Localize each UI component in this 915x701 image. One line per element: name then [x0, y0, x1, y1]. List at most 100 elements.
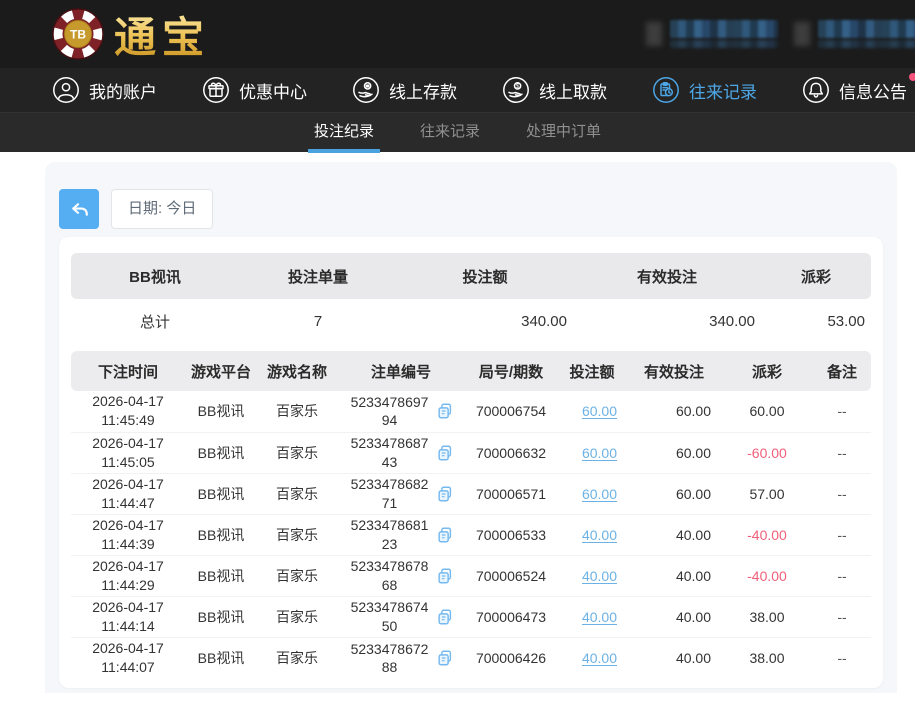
summary-header-row: BB视讯 投注单量 投注额 有效投注 派彩 [71, 253, 871, 299]
date-filter[interactable]: 日期: 今日 [111, 189, 213, 229]
platform-cell: BB视讯 [185, 432, 257, 473]
game-name-cell: 百家乐 [257, 473, 337, 514]
poker-chip-icon: TB [52, 8, 104, 60]
round-no-cell: 700006473 [465, 596, 557, 637]
svg-text:TB: TB [70, 28, 86, 42]
copy-button[interactable] [436, 608, 454, 626]
header-payout: 派彩 [721, 351, 813, 391]
nav-item-my-account[interactable]: 我的账户 [52, 76, 157, 104]
bet-no-cell: 523347867450 [337, 596, 465, 637]
header-valid-bet: 有效投注 [627, 351, 721, 391]
bet-time: 11:44:29 [71, 576, 185, 595]
nav-item-deposit[interactable]: 线上存款 [352, 76, 457, 104]
bet-no-cell: 523347867288 [337, 637, 465, 678]
summary-payout: 53.00 [761, 299, 871, 343]
remark-cell: -- [813, 473, 871, 514]
copy-icon [436, 444, 454, 462]
bet-date: 2026-04-17 [71, 434, 185, 453]
platform-cell: BB视讯 [185, 473, 257, 514]
bet-time-cell: 2026-04-17 11:44:47 [71, 473, 185, 514]
summary-header-valid-bet: 有效投注 [573, 253, 761, 299]
bet-time-cell: 2026-04-17 11:44:39 [71, 514, 185, 555]
copy-icon [436, 649, 454, 667]
header-bet-no: 注单编号 [337, 351, 465, 391]
sub-nav: 投注纪录 往来记录 处理中订单 [0, 112, 915, 152]
bet-time-cell: 2026-04-17 11:44:14 [71, 596, 185, 637]
table-row: 2026-04-17 11:44:14 BB视讯 百家乐 52334786745… [71, 596, 871, 637]
withdraw-icon: $ [502, 76, 530, 104]
nav-item-transaction-records[interactable]: 往来记录 [652, 76, 757, 104]
bet-time-cell: 2026-04-17 11:45:05 [71, 432, 185, 473]
summary-valid-bet: 340.00 [573, 299, 761, 343]
bet-amount-link[interactable]: 40.00 [582, 568, 617, 584]
summary-table: BB视讯 投注单量 投注额 有效投注 派彩 总计 7 340.00 340.00… [71, 253, 871, 343]
bet-amount-link[interactable]: 40.00 [582, 527, 617, 543]
valid-bet-cell: 40.00 [627, 514, 721, 555]
table-row: 2026-04-17 11:44:39 BB视讯 百家乐 52334786812… [71, 514, 871, 555]
bet-no: 523347867868 [349, 557, 431, 593]
copy-button[interactable] [436, 649, 454, 667]
tab-pending-orders[interactable]: 处理中订单 [520, 113, 607, 153]
copy-button[interactable] [436, 444, 454, 462]
bet-time: 11:44:07 [71, 658, 185, 677]
deposit-icon [352, 76, 380, 104]
platform-cell: BB视讯 [185, 514, 257, 555]
header-round-no: 局号/期数 [465, 351, 557, 391]
bet-amount-link[interactable]: 60.00 [582, 486, 617, 502]
copy-button[interactable] [436, 567, 454, 585]
copy-button[interactable] [436, 402, 454, 420]
tab-transaction-records[interactable]: 往来记录 [414, 113, 486, 153]
brand-logo[interactable]: TB 通宝 [52, 4, 210, 65]
bets-header-row: 下注时间 游戏平台 游戏名称 注单编号 局号/期数 投注额 有效投注 派彩 备注 [71, 351, 871, 391]
back-button[interactable] [59, 189, 99, 229]
copy-button[interactable] [436, 485, 454, 503]
valid-bet-cell: 40.00 [627, 637, 721, 678]
summary-bet-amount: 340.00 [397, 299, 573, 343]
copy-icon [436, 567, 454, 585]
table-row: 2026-04-17 11:44:29 BB视讯 百家乐 52334786786… [71, 555, 871, 596]
tab-bet-records[interactable]: 投注纪录 [308, 113, 380, 153]
bet-amount-cell: 60.00 [557, 432, 627, 473]
table-row: 2026-04-17 11:44:47 BB视讯 百家乐 52334786827… [71, 473, 871, 514]
bet-amount-link[interactable]: 40.00 [582, 609, 617, 625]
bet-no: 523347868123 [349, 516, 431, 552]
remark-cell: -- [813, 391, 871, 432]
bet-amount-cell: 40.00 [557, 555, 627, 596]
copy-icon [436, 526, 454, 544]
bet-amount-cell: 60.00 [557, 391, 627, 432]
bets-table: 下注时间 游戏平台 游戏名称 注单编号 局号/期数 投注额 有效投注 派彩 备注… [71, 351, 871, 678]
remark-cell: -- [813, 555, 871, 596]
svg-text:$: $ [516, 83, 520, 90]
bet-date: 2026-04-17 [71, 639, 185, 658]
bet-no-cell: 523347867868 [337, 555, 465, 596]
valid-bet-cell: 60.00 [627, 473, 721, 514]
round-no-cell: 700006524 [465, 555, 557, 596]
back-arrow-icon [68, 198, 91, 221]
bet-date: 2026-04-17 [71, 475, 185, 494]
nav-item-announcements[interactable]: 信息公告 [802, 76, 907, 104]
bet-time: 11:44:47 [71, 494, 185, 513]
bet-amount-link[interactable]: 60.00 [582, 445, 617, 461]
brand-name: 通宝 [114, 4, 210, 65]
gift-icon [202, 76, 230, 104]
bet-date: 2026-04-17 [71, 557, 185, 576]
nav-item-promotions[interactable]: 优惠中心 [202, 76, 307, 104]
bet-amount-link[interactable]: 40.00 [582, 650, 617, 666]
bets-table-body: 2026-04-17 11:45:49 BB视讯 百家乐 52334786979… [71, 391, 871, 678]
bet-date: 2026-04-17 [71, 516, 185, 535]
bet-time-cell: 2026-04-17 11:45:49 [71, 391, 185, 432]
bet-amount-cell: 60.00 [557, 473, 627, 514]
platform-cell: BB视讯 [185, 391, 257, 432]
bet-no: 523347867288 [349, 640, 431, 676]
round-no-cell: 700006754 [465, 391, 557, 432]
valid-bet-cell: 60.00 [627, 432, 721, 473]
content-panel: 日期: 今日 BB视讯 投注单量 投注额 有效投注 派彩 总计 7 340.00 [45, 162, 897, 693]
bet-no-cell: 523347868271 [337, 473, 465, 514]
redacted-user-info [646, 20, 778, 48]
toolbar: 日期: 今日 [59, 189, 883, 229]
nav-item-withdraw[interactable]: $ 线上取款 [502, 76, 607, 104]
bet-amount-link[interactable]: 60.00 [582, 403, 617, 419]
copy-button[interactable] [436, 526, 454, 544]
bet-no-cell: 523347868743 [337, 432, 465, 473]
bet-no: 523347869794 [349, 393, 431, 429]
